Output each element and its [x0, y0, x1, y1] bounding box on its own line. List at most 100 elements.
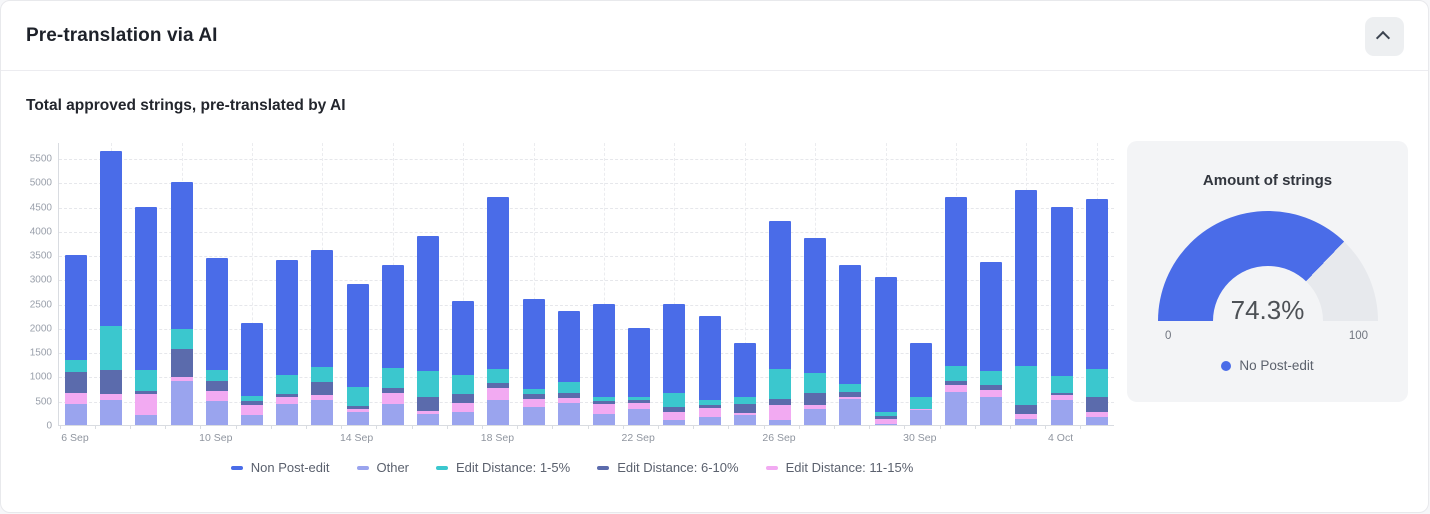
- legend-item[interactable]: Edit Distance: 11-15%: [765, 460, 913, 475]
- bar-25-sep[interactable]: [733, 342, 756, 425]
- bar-9-sep[interactable]: [170, 182, 193, 425]
- bar-segment: [557, 310, 580, 382]
- x-axis-tick: [59, 425, 61, 429]
- bar-8-sep[interactable]: [135, 206, 158, 425]
- legend-dash-icon: [230, 465, 243, 470]
- bar-21-sep[interactable]: [593, 303, 615, 425]
- x-axis-tick: [622, 425, 624, 429]
- x-axis-tick: [833, 425, 835, 429]
- bar-14-sep[interactable]: [346, 284, 369, 425]
- bar-segment: [909, 410, 932, 425]
- bar-segment: [241, 323, 263, 396]
- bar-4-oct[interactable]: [1050, 206, 1073, 425]
- bar-27-sep[interactable]: [804, 238, 827, 425]
- bar-segment: [733, 397, 756, 405]
- legend-item[interactable]: Non Post-edit: [230, 460, 330, 475]
- bar-29-sep[interactable]: [874, 276, 897, 425]
- x-axis-tick-label: 30 Sep: [903, 432, 937, 444]
- bar-segment: [522, 406, 545, 425]
- bar-3-oct[interactable]: [1015, 189, 1038, 425]
- bar-segment: [170, 182, 193, 330]
- bar-segment: [698, 407, 721, 417]
- bar-11-sep[interactable]: [241, 323, 263, 425]
- y-axis-tick-label: 5000: [29, 177, 52, 189]
- bar-segment: [452, 394, 475, 403]
- bar-segment: [487, 388, 510, 401]
- bar-segment: [487, 196, 510, 370]
- bar-2-oct[interactable]: [980, 262, 1003, 425]
- bar-segment: [381, 393, 404, 404]
- bar-segment: [804, 408, 827, 425]
- bar-segment: [769, 221, 791, 370]
- bar-6-sep[interactable]: [65, 255, 87, 425]
- x-axis-tick: [165, 425, 167, 429]
- x-axis-tick: [305, 425, 307, 429]
- bar-22-sep[interactable]: [628, 327, 651, 425]
- bar-segment: [522, 298, 545, 389]
- bar-10-sep[interactable]: [205, 257, 228, 425]
- bar-segment: [909, 342, 932, 398]
- bar-segment: [593, 413, 615, 425]
- x-axis-tick: [1045, 425, 1047, 429]
- bar-1-oct[interactable]: [945, 196, 967, 425]
- bar-segment: [65, 255, 87, 361]
- bar-segment: [945, 196, 967, 367]
- bar-segment: [839, 383, 862, 393]
- x-axis-tick: [657, 425, 659, 429]
- x-axis-tick: [763, 425, 765, 429]
- bar-segment: [452, 402, 475, 412]
- legend-item[interactable]: Edit Distance: 1-5%: [436, 460, 570, 475]
- legend-item[interactable]: Other: [356, 460, 409, 475]
- x-axis-tick: [235, 425, 237, 429]
- bar-23-sep[interactable]: [663, 303, 686, 425]
- bar-24-sep[interactable]: [698, 315, 721, 425]
- bar-segment: [839, 398, 862, 425]
- bar-26-sep[interactable]: [769, 221, 791, 425]
- bar-segment: [769, 369, 791, 399]
- bar-segment: [980, 371, 1003, 385]
- bar-20-sep[interactable]: [557, 310, 580, 425]
- bar-segment: [628, 327, 651, 397]
- bar-12-sep[interactable]: [276, 260, 299, 425]
- bar-16-sep[interactable]: [417, 235, 439, 425]
- bar-segment: [100, 150, 123, 326]
- bar-segment: [205, 369, 228, 382]
- bar-segment: [909, 397, 932, 409]
- bar-segment: [241, 405, 263, 416]
- legend-dash-icon: [356, 465, 369, 470]
- y-axis-tick-label: 4500: [29, 202, 52, 214]
- bar-30-sep[interactable]: [909, 342, 932, 425]
- bar-segment: [1015, 404, 1038, 414]
- bar-13-sep[interactable]: [311, 250, 334, 425]
- x-axis-tick-label: 26 Sep: [762, 432, 796, 444]
- gauge-title: Amount of strings: [1202, 172, 1333, 189]
- bar-segment: [381, 368, 404, 389]
- bar-18-sep[interactable]: [487, 196, 510, 425]
- legend-item[interactable]: Edit Distance: 6-10%: [597, 460, 739, 475]
- bar-segment: [663, 303, 686, 394]
- x-axis-tick: [939, 425, 941, 429]
- bar-segment: [170, 329, 193, 349]
- bar-segment: [452, 411, 475, 425]
- bar-19-sep[interactable]: [522, 298, 545, 425]
- bar-segment: [1050, 206, 1073, 377]
- bar-segment: [135, 370, 158, 391]
- x-axis-tick: [376, 425, 378, 429]
- bar-7-sep[interactable]: [100, 150, 123, 425]
- collapse-button[interactable]: [1365, 17, 1404, 56]
- bar-28-sep[interactable]: [839, 264, 862, 425]
- gauge-value: 74.3%: [1230, 295, 1305, 325]
- bar-segment: [733, 342, 756, 398]
- bar-segment: [135, 206, 158, 371]
- bar-segment: [980, 389, 1003, 397]
- bar-5-oct[interactable]: [1085, 199, 1108, 425]
- bar-segment: [1050, 399, 1073, 425]
- bar-segment: [135, 394, 158, 416]
- bar-segment: [100, 325, 123, 371]
- bar-17-sep[interactable]: [452, 301, 475, 425]
- stacked-bar-chart: 0 500 1000 1500 2000 2500 3000 3500 4000 4500 5000…: [26, 141, 1118, 459]
- x-axis-tick: [1009, 425, 1011, 429]
- bar-segment: [276, 375, 299, 395]
- bar-15-sep[interactable]: [381, 264, 404, 425]
- x-axis-tick: [270, 425, 272, 429]
